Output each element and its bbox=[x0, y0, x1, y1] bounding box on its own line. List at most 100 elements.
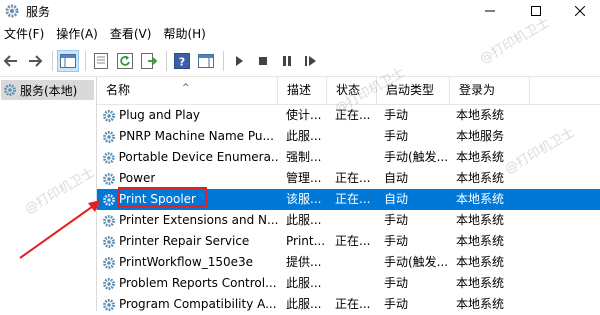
service-name: Portable Device Enumera... bbox=[118, 150, 278, 164]
service-row[interactable]: PNRP Machine Name Pu... 此服... 手动 本地服务 bbox=[97, 126, 600, 147]
close-button[interactable] bbox=[557, 0, 600, 22]
tree-item-label: 服务(本地) bbox=[20, 83, 78, 98]
service-description: 此服... bbox=[286, 213, 322, 227]
start-service-button[interactable] bbox=[228, 50, 250, 72]
view-button[interactable] bbox=[195, 50, 217, 72]
toolbar-separator bbox=[52, 51, 53, 71]
service-name-cell: Printer Repair Service bbox=[102, 231, 278, 252]
service-status: 正在... bbox=[335, 171, 371, 185]
service-gear-icon bbox=[103, 130, 115, 143]
close-icon bbox=[575, 6, 585, 16]
column-header-logon-as[interactable]: 登录为 bbox=[450, 77, 530, 104]
service-description: 此服... bbox=[286, 129, 322, 143]
pause-service-button[interactable] bbox=[276, 50, 298, 72]
service-description: 此服... bbox=[286, 276, 322, 290]
service-description: 提供... bbox=[286, 255, 322, 269]
toolbar-separator bbox=[85, 51, 86, 71]
refresh-icon bbox=[117, 53, 133, 69]
service-startup-type: 自动 bbox=[384, 171, 409, 185]
service-logon-as: 本地系统 bbox=[456, 192, 505, 206]
service-description: 使计... bbox=[286, 108, 322, 122]
svg-text:?: ? bbox=[179, 56, 185, 69]
back-button[interactable] bbox=[0, 50, 22, 72]
service-name-cell: Printer Extensions and N... bbox=[102, 210, 278, 231]
service-gear-icon bbox=[4, 84, 16, 96]
service-startup-type: 手动 bbox=[384, 276, 409, 290]
service-row[interactable]: Power 管理... 正在... 自动 本地系统 bbox=[97, 168, 600, 189]
properties-button[interactable] bbox=[90, 50, 112, 72]
service-row[interactable]: Program Compatibility A... 此服... 正在... 手动 本地… bbox=[97, 294, 600, 315]
service-gear-icon bbox=[103, 151, 115, 164]
service-status: 正在... bbox=[335, 192, 371, 206]
play-icon bbox=[236, 56, 243, 66]
menu-file[interactable]: 文件(F) bbox=[0, 23, 50, 45]
service-startup-type: 手动(触发... bbox=[384, 150, 449, 164]
service-row[interactable]: PrintWorkflow_150e3e 提供... 手动(触发... 本地系统 bbox=[97, 252, 600, 273]
minimize-icon bbox=[485, 10, 495, 12]
console-tree-icon bbox=[60, 54, 76, 68]
service-startup-type: 手动 bbox=[384, 129, 409, 143]
service-name: Printer Extensions and N... bbox=[118, 213, 278, 227]
service-row[interactable]: Problem Reports Control... 此服... 手动 本地系统 bbox=[97, 273, 600, 294]
service-startup-type: 手动 bbox=[384, 108, 409, 122]
service-status: 正在... bbox=[335, 297, 371, 311]
service-gear-icon bbox=[103, 298, 115, 311]
service-name-cell: PrintWorkflow_150e3e bbox=[102, 252, 278, 273]
properties-icon bbox=[94, 53, 108, 69]
service-name: PrintWorkflow_150e3e bbox=[119, 255, 254, 269]
restart-icon bbox=[305, 56, 316, 66]
sort-ascending-icon: ^ bbox=[182, 83, 190, 93]
service-logon-as: 本地系统 bbox=[456, 171, 505, 185]
export-list-button[interactable] bbox=[138, 50, 160, 72]
service-gear-icon bbox=[103, 277, 115, 290]
service-name: Printer Repair Service bbox=[119, 234, 250, 248]
refresh-button[interactable] bbox=[114, 50, 136, 72]
service-gear-icon bbox=[103, 172, 115, 185]
restart-service-button[interactable] bbox=[300, 50, 322, 72]
service-logon-as: 本地系统 bbox=[456, 297, 505, 311]
service-name: PNRP Machine Name Pu... bbox=[119, 129, 274, 143]
show-console-tree-button[interactable] bbox=[57, 50, 79, 72]
column-header-description[interactable]: 描述 bbox=[278, 77, 327, 104]
service-name: Problem Reports Control... bbox=[119, 276, 277, 290]
annotation-highlight-box bbox=[118, 187, 207, 207]
view-icon bbox=[198, 54, 214, 68]
service-logon-as: 本地系统 bbox=[456, 213, 505, 227]
pause-icon bbox=[283, 56, 291, 66]
minimize-button[interactable] bbox=[467, 0, 513, 22]
tree-item-services-local[interactable]: 服务(本地) bbox=[1, 80, 94, 100]
service-name: Plug and Play bbox=[119, 108, 201, 122]
service-row[interactable]: Printer Extensions and N... 此服... 手动 本地系统 bbox=[97, 210, 600, 231]
service-gear-icon bbox=[103, 109, 115, 122]
forward-icon bbox=[29, 55, 43, 67]
service-name: Program Compatibility A... bbox=[119, 297, 277, 311]
window-title: 服务 bbox=[26, 5, 51, 19]
service-description: 强制... bbox=[286, 150, 322, 164]
menu-view[interactable]: 查看(V) bbox=[104, 23, 158, 45]
menu-help[interactable]: 帮助(H) bbox=[157, 23, 211, 45]
stop-service-button[interactable] bbox=[252, 50, 274, 72]
title-bar: 服务 bbox=[0, 0, 600, 22]
forward-button[interactable] bbox=[24, 50, 46, 72]
service-gear-icon bbox=[103, 235, 115, 248]
service-name-cell: Program Compatibility A... bbox=[102, 294, 278, 315]
service-logon-as: 本地服务 bbox=[456, 129, 505, 143]
column-header-name[interactable]: 名称 ^ bbox=[97, 77, 278, 104]
service-name-cell: Problem Reports Control... bbox=[102, 273, 278, 294]
service-logon-as: 本地系统 bbox=[456, 276, 505, 290]
export-icon bbox=[141, 53, 157, 69]
service-startup-type: 自动 bbox=[384, 192, 409, 206]
service-name-cell: Portable Device Enumera... bbox=[102, 147, 278, 168]
stop-icon bbox=[259, 57, 267, 65]
help-button[interactable]: ? bbox=[171, 50, 193, 72]
service-status bbox=[335, 252, 379, 273]
service-gear-icon bbox=[103, 256, 115, 269]
service-logon-as: 本地系统 bbox=[456, 234, 505, 248]
app-gear-icon bbox=[5, 4, 19, 18]
toolbar-separator bbox=[223, 51, 224, 71]
service-description: 此服... bbox=[286, 297, 322, 311]
service-gear-icon bbox=[103, 214, 115, 227]
service-startup-type: 手动 bbox=[384, 213, 409, 227]
menu-action[interactable]: 操作(A) bbox=[50, 23, 104, 45]
service-row[interactable]: Printer Repair Service Print... 正在... 手动 本地系… bbox=[97, 231, 600, 252]
